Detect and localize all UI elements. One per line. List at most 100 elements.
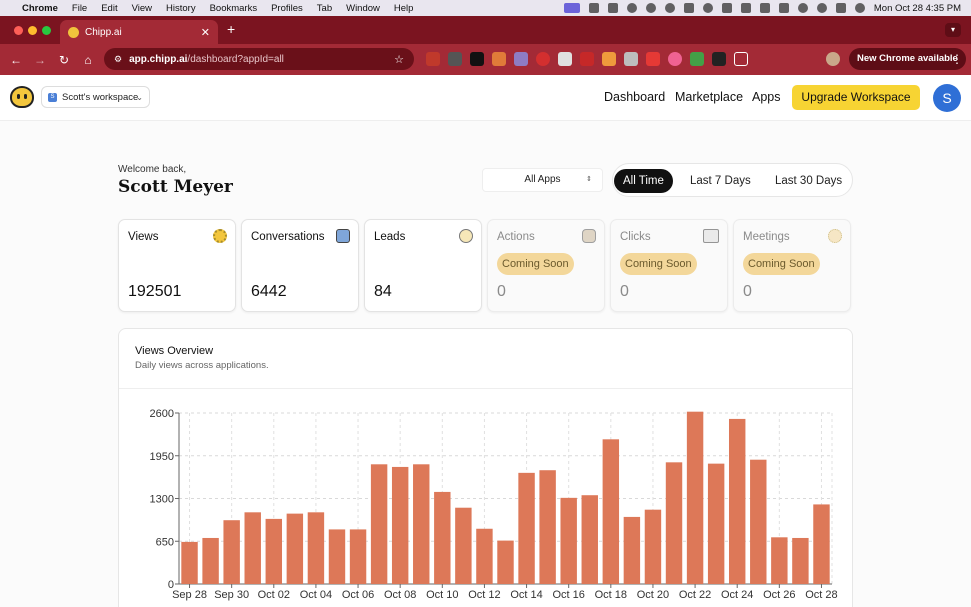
url-host: app.chipp.ai — [129, 53, 188, 65]
bar-oct-27 — [792, 537, 809, 584]
forward-button[interactable]: → — [28, 53, 52, 67]
stat-label: Clicks — [620, 231, 651, 243]
window-minimize-button[interactable] — [28, 26, 37, 35]
extension-icon[interactable] — [668, 52, 682, 66]
user-icon[interactable] — [797, 3, 808, 13]
nav-marketplace[interactable]: Marketplace — [675, 90, 743, 104]
bar-oct-25 — [750, 459, 767, 584]
menu-window[interactable]: Window — [346, 3, 380, 14]
address-bar[interactable]: ⚙ app.chipp.ai/dashboard?appId=all ☆ — [104, 48, 414, 70]
extension-icon[interactable] — [426, 52, 440, 66]
menu-view[interactable]: View — [132, 3, 152, 14]
stat-label: Conversations — [251, 231, 325, 243]
extension-icon[interactable] — [448, 52, 462, 66]
x-tick-label: Oct 12 — [468, 589, 500, 601]
bar-oct-02 — [265, 518, 283, 584]
browser-tab-title: Chipp.ai — [85, 26, 122, 38]
reload-button[interactable]: ↻ — [52, 53, 76, 67]
bookmark-star-icon[interactable]: ☆ — [394, 53, 404, 66]
time-range-last-30-days[interactable]: Last 30 Days — [766, 169, 851, 193]
nav-dashboard[interactable]: Dashboard — [604, 90, 665, 104]
x-tick-label: Oct 26 — [763, 589, 795, 601]
window-close-button[interactable] — [14, 26, 23, 35]
time-range-all-time[interactable]: All Time — [614, 169, 673, 193]
upgrade-workspace-button[interactable]: Upgrade Workspace — [792, 85, 920, 110]
lightbulb-icon — [459, 229, 473, 243]
site-info-icon[interactable]: ⚙ — [114, 54, 122, 65]
y-tick-label: 1950 — [150, 451, 174, 463]
chrome-menu-icon[interactable]: ⋮ — [951, 52, 963, 66]
extension-icon[interactable] — [580, 52, 594, 66]
bar-oct-18 — [602, 439, 620, 584]
volume-icon[interactable] — [721, 3, 732, 13]
bluetooth-icon[interactable] — [740, 3, 751, 13]
url-path: /dashboard?appId=all — [187, 53, 284, 65]
notes-icon[interactable] — [588, 3, 599, 13]
menu-help[interactable]: Help — [394, 3, 414, 14]
menu-history[interactable]: History — [166, 3, 196, 14]
new-tab-button[interactable]: + — [227, 21, 235, 37]
x-tick-label: Oct 10 — [426, 589, 458, 601]
bar-sep-30 — [223, 520, 240, 584]
search-icon[interactable] — [816, 3, 827, 13]
app-filter-value: All Apps — [524, 174, 561, 185]
user-avatar[interactable]: S — [933, 84, 961, 112]
menu-bookmarks[interactable]: Bookmarks — [210, 3, 258, 14]
chevron-down-icon: ⌄ — [136, 92, 143, 102]
app-filter-select[interactable]: All Apps ⇕ — [482, 168, 603, 192]
control-center-icon[interactable] — [835, 3, 846, 13]
workspace-selector[interactable]: S Scott's workspace ⌄ — [41, 86, 150, 108]
menu-edit[interactable]: Edit — [101, 3, 117, 14]
views-overview-card: Views Overview Daily views across applic… — [118, 328, 853, 607]
siri-icon[interactable] — [854, 3, 865, 13]
browser-tab-strip: Chipp.ai ✕ + ▾ — [0, 16, 971, 44]
app-status-icon[interactable] — [645, 3, 656, 13]
extension-icon[interactable] — [492, 52, 506, 66]
cube-icon — [703, 229, 719, 243]
extension-icon[interactable] — [646, 52, 660, 66]
nav-apps[interactable]: Apps — [752, 90, 781, 104]
hand-icon — [582, 229, 596, 243]
gear-icon[interactable] — [664, 3, 675, 13]
time-range-last-7-days[interactable]: Last 7 Days — [681, 169, 760, 193]
extension-icon[interactable] — [536, 52, 550, 66]
home-button[interactable]: ⌂ — [76, 53, 100, 67]
play-icon[interactable] — [702, 3, 713, 13]
profile-avatar-icon[interactable] — [826, 52, 840, 66]
menu-tab[interactable]: Tab — [317, 3, 332, 14]
stat-label: Leads — [374, 231, 406, 243]
welcome-text: Welcome back, — [118, 164, 187, 175]
menu-chrome[interactable]: Chrome — [22, 3, 58, 14]
new-chrome-available-button[interactable]: New Chrome available — [849, 48, 966, 70]
screen-share-icon[interactable] — [563, 3, 580, 13]
menubar-clock[interactable]: Mon Oct 28 4:35 PM — [874, 3, 961, 14]
grammarly-icon[interactable] — [626, 3, 637, 13]
extensions-puzzle-icon[interactable] — [734, 52, 748, 66]
wifi-icon[interactable] — [778, 3, 789, 13]
notion-icon[interactable] — [607, 3, 618, 13]
extension-icon[interactable] — [690, 52, 704, 66]
browser-tab[interactable]: Chipp.ai ✕ — [60, 20, 218, 44]
tab-close-icon[interactable]: ✕ — [201, 26, 210, 39]
battery-icon — [759, 3, 770, 13]
extension-icon[interactable] — [514, 52, 528, 66]
extension-icon[interactable] — [624, 52, 638, 66]
x-tick-label: Oct 06 — [342, 589, 374, 601]
menu-file[interactable]: File — [72, 3, 87, 14]
coming-soon-badge: Coming Soon — [743, 253, 820, 275]
x-tick-label: Oct 24 — [721, 589, 753, 601]
x-tick-label: Oct 28 — [805, 589, 837, 601]
cloud-icon[interactable] — [683, 3, 694, 13]
bar-oct-26 — [771, 537, 788, 584]
extension-icon[interactable] — [712, 52, 726, 66]
extension-icon[interactable] — [558, 52, 572, 66]
chipp-logo[interactable] — [10, 86, 34, 108]
tab-search-button[interactable]: ▾ — [945, 23, 961, 37]
menu-profiles[interactable]: Profiles — [271, 3, 303, 14]
back-button[interactable]: ← — [4, 53, 28, 67]
extension-icon[interactable] — [602, 52, 616, 66]
extension-icon[interactable] — [470, 52, 484, 66]
x-tick-label: Oct 14 — [510, 589, 542, 601]
stat-card-views: Views 192501 — [118, 219, 236, 312]
window-zoom-button[interactable] — [42, 26, 51, 35]
